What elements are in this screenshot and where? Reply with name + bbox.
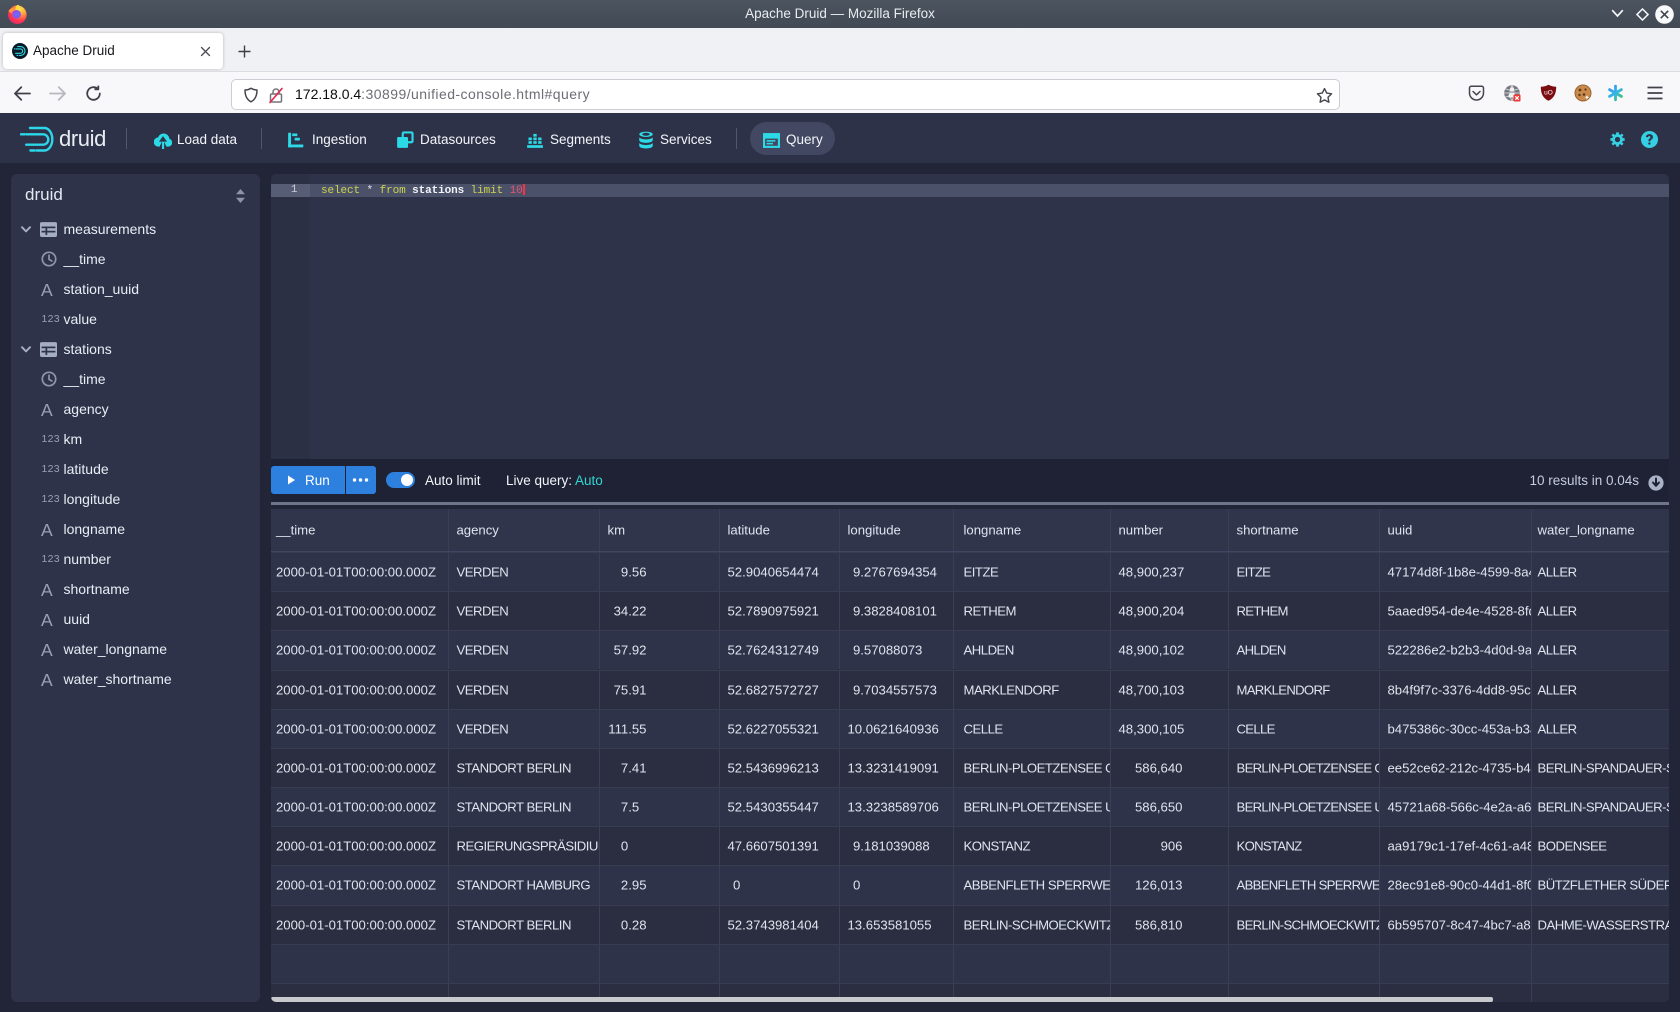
svg-text:uO: uO xyxy=(1544,89,1553,96)
